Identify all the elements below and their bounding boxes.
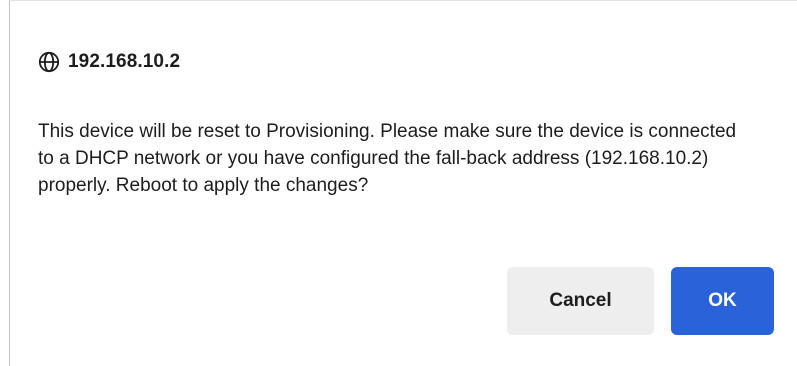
globe-icon <box>38 51 60 73</box>
dialog-message: This device will be reset to Provisionin… <box>38 121 737 196</box>
dialog-title: 192.168.10.2 <box>68 51 181 72</box>
cancel-button[interactable]: Cancel <box>507 267 654 335</box>
dialog-header: 192.168.10.2 <box>38 50 180 74</box>
confirm-reboot-dialog: 192.168.10.2 This device will be reset t… <box>10 1 797 366</box>
ok-button[interactable]: OK <box>671 267 774 335</box>
